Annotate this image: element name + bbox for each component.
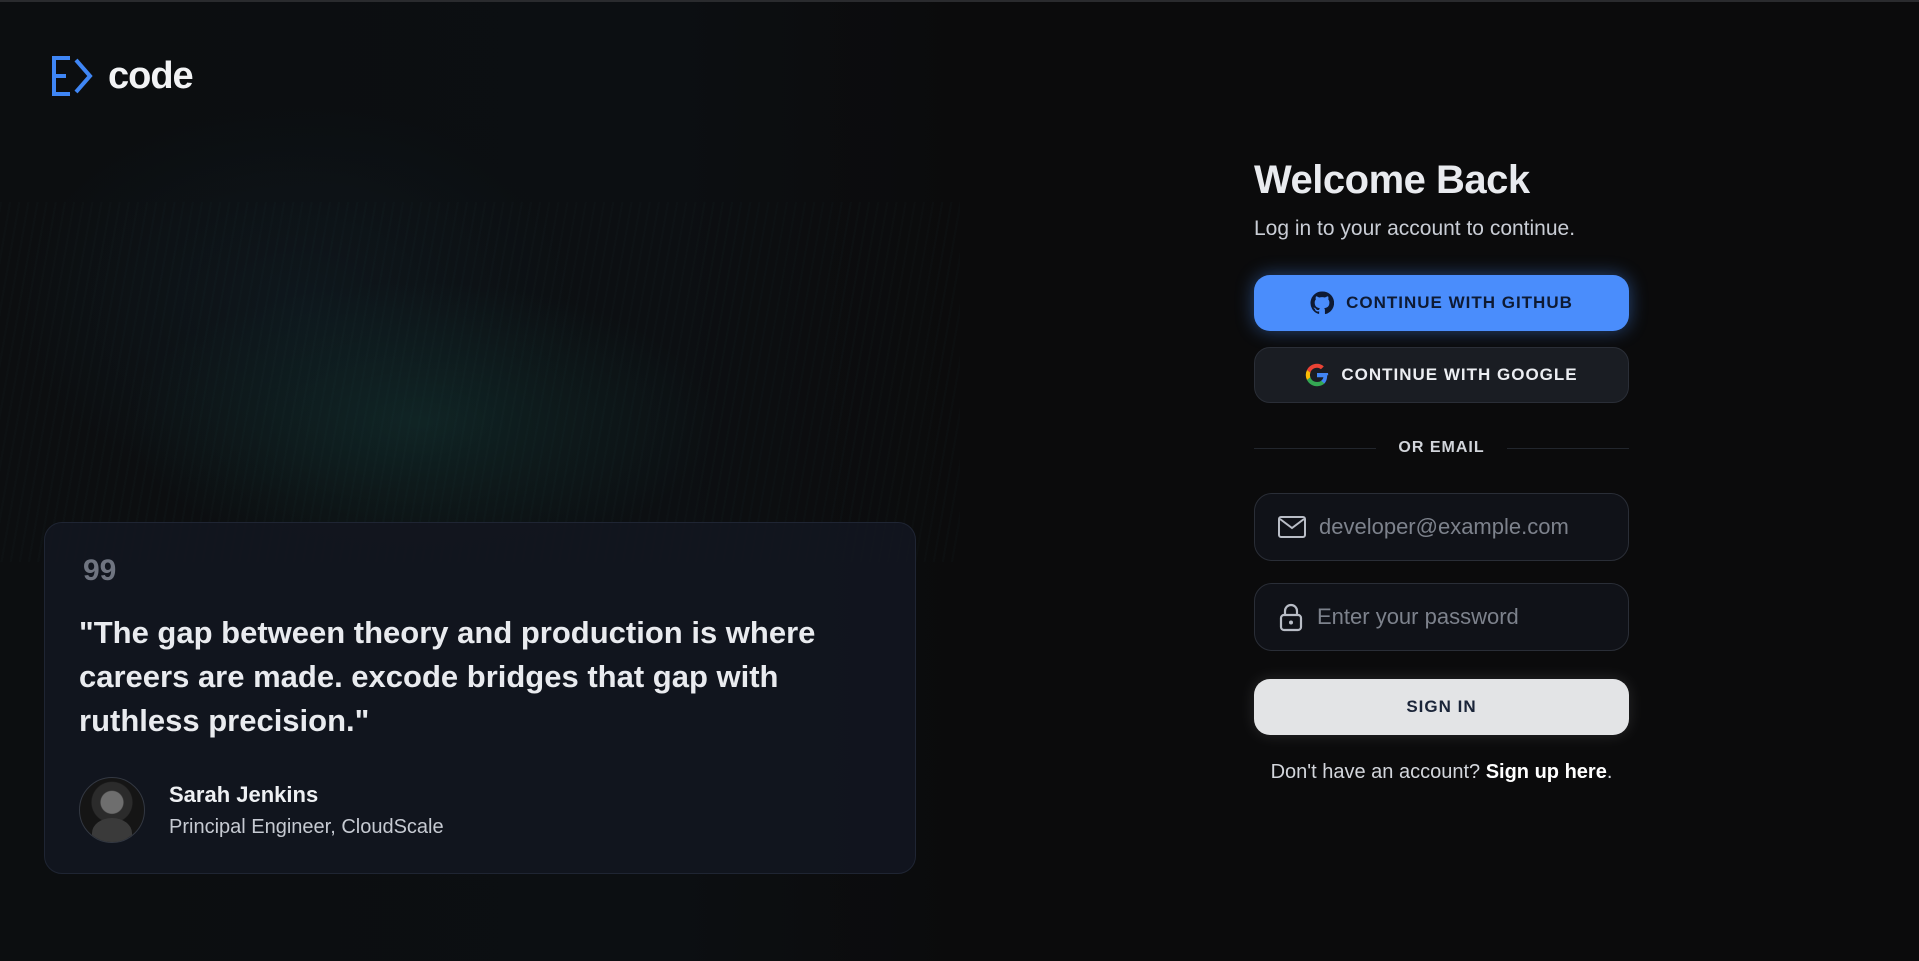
continue-with-github-button[interactable]: CONTINUE WITH GITHUB — [1254, 275, 1629, 331]
avatar — [79, 777, 145, 843]
google-icon — [1306, 363, 1329, 387]
lock-icon — [1279, 603, 1303, 632]
page-subtitle: Log in to your account to continue. — [1254, 217, 1576, 240]
google-button-label: CONTINUE WITH GOOGLE — [1341, 365, 1578, 384]
divider-label: OR EMAIL — [1398, 439, 1485, 456]
mail-icon — [1278, 516, 1306, 538]
author-name: Sarah Jenkins — [169, 781, 319, 807]
github-button-label: CONTINUE WITH GITHUB — [1346, 293, 1573, 312]
email-input[interactable] — [1317, 513, 1628, 541]
sign-up-link[interactable]: Sign up here — [1486, 761, 1607, 783]
or-email-divider: OR EMAIL — [1254, 439, 1629, 457]
hero-background-texture — [0, 202, 960, 562]
signup-prompt: Don't have an account? Sign up here. — [1254, 761, 1629, 784]
divider-line-right — [1506, 447, 1629, 449]
logo-mark-icon — [52, 56, 93, 96]
author-info: Sarah Jenkins Principal Engineer, CloudS… — [169, 782, 444, 839]
signup-prompt-text: Don't have an account? — [1270, 761, 1486, 783]
quote-icon: 99 — [83, 554, 117, 587]
github-icon — [1310, 291, 1335, 315]
divider-line-left — [1254, 447, 1377, 449]
auth-panel: Welcome Back Log in to your account to c… — [1254, 158, 1629, 784]
page-title: Welcome Back — [1254, 158, 1530, 202]
testimonial-author: Sarah Jenkins Principal Engineer, CloudS… — [79, 777, 444, 843]
brand-logo[interactable]: code — [50, 54, 194, 98]
testimonial-quote: "The gap between theory and production i… — [79, 615, 816, 738]
sign-in-label: SIGN IN — [1406, 697, 1477, 716]
password-field[interactable] — [1254, 583, 1629, 651]
password-input[interactable] — [1315, 603, 1628, 631]
continue-with-google-button[interactable]: CONTINUE WITH GOOGLE — [1254, 347, 1629, 403]
testimonial-card: 99 "The gap between theory and productio… — [44, 522, 916, 874]
sign-in-button[interactable]: SIGN IN — [1254, 679, 1629, 735]
login-page: code 99 "The gap between theory and prod… — [0, 0, 1919, 961]
hero-panel: code 99 "The gap between theory and prod… — [0, 2, 960, 961]
author-role: Principal Engineer, CloudScale — [169, 815, 444, 838]
email-field[interactable] — [1254, 493, 1629, 561]
brand-name: code — [108, 54, 194, 97]
signup-suffix: . — [1606, 761, 1613, 783]
